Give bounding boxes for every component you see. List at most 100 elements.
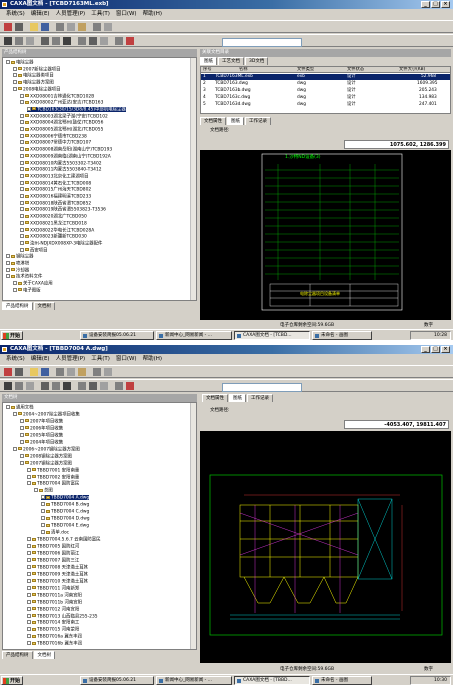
table-row[interactable]: 3 TCBD7163b.dwg dwg 设计 205.243 [201, 88, 450, 94]
expand-toggle-icon[interactable] [41, 530, 45, 535]
tree-item[interactable]: XXD08007常德中力TCBD107 [20, 140, 91, 146]
tree-item[interactable]: 清单.doc [41, 530, 69, 536]
expand-toggle-icon[interactable] [13, 80, 17, 85]
menu-personnel[interactable]: 人员管理(P) [56, 354, 86, 364]
menu-window[interactable]: 窗口(W) [116, 354, 137, 364]
tree-item[interactable]: TBBD7008 天津渤土耳其 [27, 564, 88, 570]
menu-system[interactable]: 系统(S) [6, 9, 25, 19]
toolbar-icon[interactable] [104, 23, 112, 31]
tree-item[interactable]: TBBD7010 天津渤土耳其 [27, 578, 88, 584]
expand-toggle-icon[interactable] [20, 418, 24, 423]
toolbar-icon[interactable] [93, 368, 101, 376]
toolbar-icon[interactable] [115, 382, 123, 390]
toolbar-icon[interactable] [26, 37, 34, 45]
expand-toggle-icon[interactable] [13, 281, 17, 286]
expand-toggle-icon[interactable] [6, 261, 10, 265]
tree-item[interactable]: TBBD7011b 河南宜阳 [27, 599, 82, 605]
drawing-canvas[interactable]: 1.沙特ND设备(3) 电除尘器项目设备清单 [200, 150, 451, 320]
tree-item[interactable]: XXD08002广州亚达(安吉)TCBD163 [20, 100, 103, 106]
tree-item[interactable]: 2006年项目收集 [20, 425, 63, 431]
layer-combo[interactable] [222, 383, 302, 392]
expand-toggle-icon[interactable] [20, 140, 24, 145]
tree-item[interactable]: TBBD7015 河南荥阳 [27, 627, 79, 633]
tree-item[interactable]: TBBD7005 国防红河 [27, 544, 79, 550]
expand-toggle-icon[interactable] [20, 227, 24, 232]
toolbar-icon[interactable] [126, 382, 134, 390]
expand-toggle-icon[interactable] [20, 187, 24, 192]
expand-toggle-icon[interactable] [13, 411, 17, 416]
tree-item[interactable]: TBBD7004 A.dwg [41, 495, 90, 501]
expand-toggle-icon[interactable] [20, 93, 24, 98]
expand-toggle-icon[interactable] [20, 207, 24, 212]
tab-drawing[interactable]: 图纸 [229, 394, 246, 402]
expand-toggle-icon[interactable] [20, 133, 24, 138]
expand-toggle-icon[interactable] [34, 488, 38, 493]
tree-item[interactable]: TBBD7006 国防丽江 [27, 550, 79, 556]
expand-toggle-icon[interactable] [20, 432, 24, 437]
tree-item[interactable]: TBBD7004 国防富民 [27, 481, 79, 487]
task-button-active[interactable]: CAXA图文档 - [TBBD... [234, 676, 310, 685]
tree-item[interactable]: TBBD7007 国防三江 [27, 557, 79, 563]
expand-toggle-icon[interactable] [13, 66, 17, 71]
tree-item[interactable]: XXD08015广州海天TCBD802 [20, 187, 91, 193]
tree-item[interactable]: 2008钢除尘器方案图 [20, 453, 72, 459]
tree-item[interactable]: 2005年项目收集 [20, 432, 63, 438]
expand-toggle-icon[interactable] [6, 254, 10, 259]
expand-toggle-icon[interactable] [6, 274, 10, 279]
menu-help[interactable]: 帮助(H) [143, 9, 162, 19]
tree-item[interactable]: TBBD7014 安阳南工 [27, 620, 79, 626]
menu-system[interactable]: 系统(S) [6, 354, 25, 364]
tree-item[interactable]: 汝州-NDJXDX008XP-3电除尘器配件 [20, 240, 102, 246]
tree-item[interactable]: XXD08016福建明溪TCBD233 [20, 194, 91, 200]
tab-3d-docs[interactable]: 3D文档 [245, 57, 269, 65]
tree-item[interactable]: 技术资料文件 [6, 274, 42, 280]
tab-work-log[interactable]: 工作记录 [247, 394, 273, 402]
table-row[interactable]: 4 TCBD7163c.dwg dwg 设计 134.983 [201, 95, 450, 101]
expand-toggle-icon[interactable] [13, 86, 17, 91]
expand-toggle-icon[interactable] [27, 467, 31, 472]
tree-item[interactable]: TBBD7004 B.dwg [41, 502, 89, 508]
tree-item[interactable]: TCBD163(30/15/3D8/8.45)中部机电除尘器 [27, 106, 126, 112]
expand-toggle-icon[interactable] [20, 127, 24, 131]
cut-icon[interactable] [56, 23, 64, 31]
tree-item[interactable]: 电除尘器类项目 [13, 73, 54, 79]
toolbar-icon[interactable] [15, 37, 23, 45]
menu-personnel[interactable]: 人员管理(P) [56, 9, 86, 19]
toolbar-icon[interactable] [100, 37, 108, 45]
toolbar-icon[interactable] [63, 382, 71, 390]
tree-item[interactable]: 电除尘器方案图 [13, 80, 54, 86]
tree-item[interactable]: XXD08020湖北广TCBD050 [20, 214, 87, 220]
expand-toggle-icon[interactable] [20, 153, 24, 158]
expand-toggle-icon[interactable] [41, 523, 45, 528]
toolbar-icon[interactable] [89, 382, 97, 390]
tree-item[interactable]: TBBD7004 C.dwg [41, 509, 89, 515]
tree-item[interactable]: XXD08001吉林通化TCBD102B [20, 93, 94, 99]
tree-item[interactable]: 通用文档 [6, 405, 34, 411]
table-row[interactable]: 2 TCBD7163.dwg dwg 设计 1609.395 [201, 81, 450, 87]
table-row[interactable]: 1 TCBD7163ML.exb exb 设计 52.968 [201, 74, 450, 80]
tree-item[interactable]: TBBD7004 D.dwg [41, 516, 90, 522]
toolbar-icon[interactable] [15, 23, 23, 31]
expand-toggle-icon[interactable] [27, 592, 31, 597]
start-button[interactable]: 开始 [1, 331, 23, 340]
cut-icon[interactable] [56, 368, 64, 376]
expand-toggle-icon[interactable] [20, 113, 24, 118]
start-button[interactable]: 开始 [1, 676, 23, 685]
expand-toggle-icon[interactable] [20, 147, 24, 152]
paste-icon[interactable] [78, 368, 86, 376]
task-button[interactable]: 设备安装简报05.06.21 [80, 331, 154, 340]
tree-item[interactable]: TBBD7009 天津渤土耳其 [27, 571, 88, 577]
toolbar-icon[interactable] [126, 37, 134, 45]
toolbar-icon[interactable] [52, 37, 60, 45]
task-button[interactable]: 新闻中心_网易新闻 - ... [156, 676, 232, 685]
menu-edit[interactable]: 编辑(E) [31, 354, 50, 364]
tree-item[interactable]: TBBD7011 河南新郑 [27, 585, 79, 591]
toolbar-icon[interactable] [15, 368, 23, 376]
paste-icon[interactable] [78, 23, 86, 31]
drawing-canvas[interactable] [200, 431, 451, 663]
toolbar-icon[interactable] [4, 23, 12, 31]
tree-item[interactable]: XXD08006宁德市TCBD238 [20, 133, 87, 139]
tree-item[interactable]: 2004年项目收集 [20, 439, 63, 445]
expand-toggle-icon[interactable] [41, 509, 45, 514]
expand-toggle-icon[interactable] [27, 537, 31, 542]
